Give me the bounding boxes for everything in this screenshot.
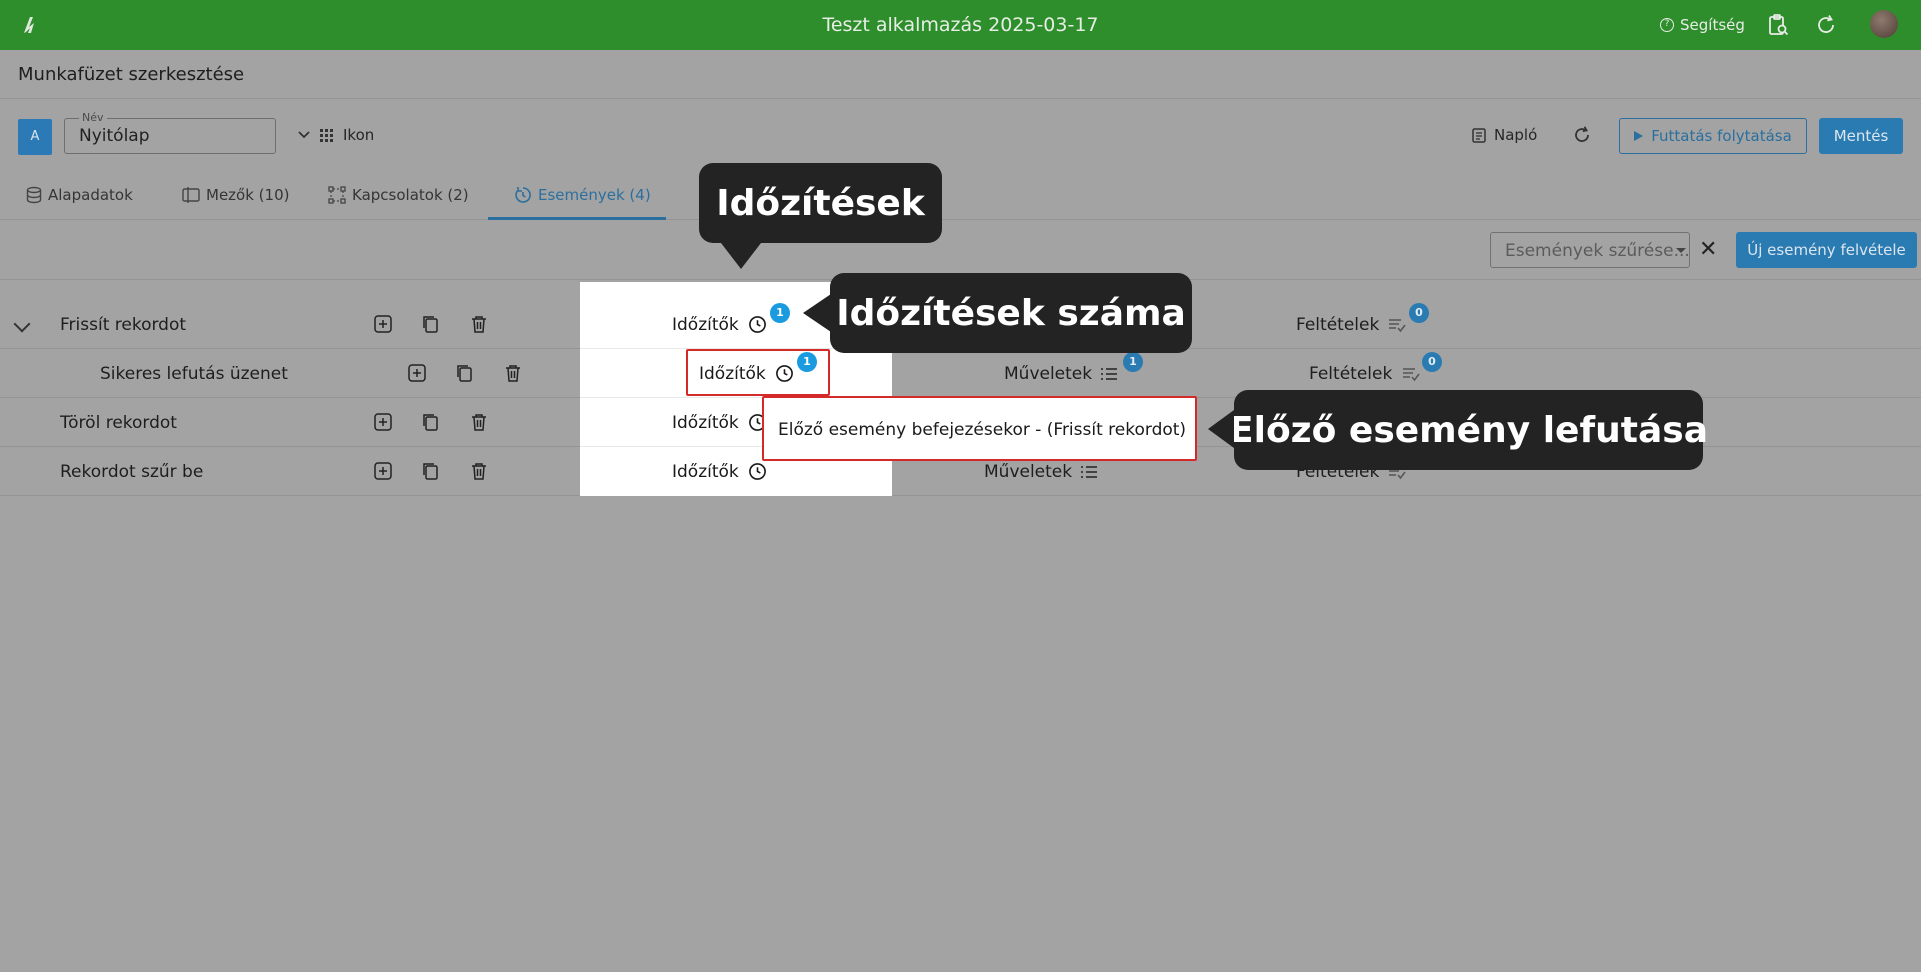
- icon-select[interactable]: Ikon: [298, 126, 374, 144]
- copy-icon[interactable]: [422, 413, 440, 431]
- log-label: Napló: [1494, 126, 1538, 144]
- top-bar: Teszt alkalmazás 2025-03-17 ? Segítség: [0, 0, 1921, 50]
- list-icon: [1081, 466, 1097, 478]
- clear-filter-icon[interactable]: ✕: [1699, 239, 1717, 261]
- add-icon[interactable]: [408, 364, 426, 382]
- delete-icon[interactable]: [470, 462, 488, 480]
- add-icon[interactable]: [374, 413, 392, 431]
- tab-label: Mezők (10): [206, 186, 290, 204]
- refresh-icon[interactable]: [1572, 125, 1592, 145]
- timers-label[interactable]: Időzítők: [672, 462, 739, 482]
- relation-icon: [328, 186, 346, 204]
- actions-count-badge: 1: [1123, 352, 1143, 372]
- callout-timers-count-arrow: [803, 294, 831, 332]
- app-title: Teszt alkalmazás 2025-03-17: [822, 14, 1099, 36]
- callout-previous-event-arrow: [1208, 410, 1234, 448]
- add-icon[interactable]: [374, 315, 392, 333]
- filter-dropdown-icon[interactable]: [1676, 248, 1686, 253]
- tab-relations[interactable]: Kapcsolatok (2): [328, 186, 469, 204]
- event-name: Rekordot szűr be: [60, 462, 204, 482]
- clock-icon[interactable]: [748, 462, 767, 481]
- event-filter-input[interactable]: Események szűrése...: [1490, 232, 1690, 268]
- tab-events[interactable]: Események (4): [514, 186, 651, 204]
- filter-list-icon: [1403, 368, 1420, 382]
- clipboard-search-icon[interactable]: [1766, 13, 1790, 37]
- copy-icon[interactable]: [456, 364, 474, 382]
- copy-icon[interactable]: [422, 315, 440, 333]
- help-button[interactable]: ? Segítség: [1660, 16, 1745, 34]
- conditions-label[interactable]: Feltételek: [1309, 364, 1392, 384]
- page-title: Munkafüzet szerkesztése: [18, 64, 245, 85]
- chevron-down-icon: [298, 131, 310, 139]
- grid-icon: [320, 128, 333, 142]
- log-button[interactable]: Napló: [1472, 126, 1537, 144]
- tab-basic-data[interactable]: Alapadatok: [26, 186, 133, 204]
- event-name: Sikeres lefutás üzenet: [100, 364, 288, 384]
- continue-run-label: Futtatás folytatása: [1651, 127, 1792, 145]
- conditions-count-badge: 0: [1409, 303, 1429, 323]
- tab-fields[interactable]: Mezők (10): [182, 186, 289, 204]
- page-header: Munkafüzet szerkesztése: [0, 50, 1921, 99]
- reload-icon[interactable]: [1814, 13, 1838, 37]
- save-button[interactable]: Mentés: [1819, 118, 1903, 154]
- conditions-label[interactable]: Feltételek: [1296, 315, 1379, 335]
- tab-label: Események (4): [538, 186, 651, 204]
- tab-label: Alapadatok: [48, 186, 133, 204]
- icon-select-label: Ikon: [343, 126, 375, 144]
- continue-run-button[interactable]: Futtatás folytatása: [1619, 118, 1807, 154]
- actions-label[interactable]: Műveletek: [984, 462, 1072, 482]
- filter-list-icon: [1389, 319, 1406, 333]
- help-label: Segítség: [1680, 16, 1745, 34]
- event-icon: [515, 187, 531, 203]
- name-field-label: Név: [79, 111, 107, 124]
- event-name: Töröl rekordot: [60, 413, 177, 433]
- delete-icon[interactable]: [470, 315, 488, 333]
- name-field[interactable]: Név Nyitólap: [64, 111, 276, 154]
- timer-tooltip: Előző esemény befejezésekor - (Frissít r…: [762, 396, 1197, 461]
- timers-count-badge: 1: [770, 303, 790, 323]
- timers-highlight: [686, 349, 830, 396]
- add-icon[interactable]: [374, 462, 392, 480]
- delete-icon[interactable]: [504, 364, 522, 382]
- callout-timers-arrow: [721, 243, 761, 269]
- help-icon: ?: [1660, 18, 1674, 32]
- event-filter-bar: Események szűrése... ✕ Új esemény felvét…: [0, 220, 1921, 280]
- callout-previous-event: Előző esemény lefutása: [1229, 390, 1708, 470]
- name-field-value: Nyitólap: [79, 126, 150, 146]
- event-name: Frissít rekordot: [60, 315, 187, 335]
- tab-bar: Alapadatok Mezők (10) Kapcsolatok (2) Es…: [0, 172, 1921, 220]
- user-avatar[interactable]: [1870, 10, 1898, 38]
- clock-icon[interactable]: [748, 315, 767, 334]
- delete-icon[interactable]: [470, 413, 488, 431]
- timer-tooltip-text: Előző esemény befejezésekor - (Frissít r…: [778, 420, 1187, 440]
- timers-label[interactable]: Időzítők: [672, 413, 739, 433]
- log-icon: [1472, 128, 1486, 143]
- actions-label[interactable]: Műveletek: [1004, 364, 1092, 384]
- workbook-badge[interactable]: A: [18, 119, 52, 155]
- new-event-button[interactable]: Új esemény felvétele: [1736, 232, 1917, 268]
- conditions-count-badge: 0: [1422, 352, 1442, 372]
- database-icon: [26, 186, 42, 204]
- play-icon: [1634, 131, 1644, 141]
- callout-timers: Időzítések: [699, 163, 942, 243]
- timers-label[interactable]: Időzítők: [672, 315, 739, 335]
- list-icon: [1101, 368, 1117, 380]
- callout-timers-count: Időzítések száma: [830, 273, 1192, 353]
- workbook-form: A Név Nyitólap Ikon Napló Futtatás folyt…: [0, 100, 1921, 170]
- field-icon: [182, 187, 200, 203]
- chevron-down-icon[interactable]: [13, 315, 31, 333]
- tab-label: Kapcsolatok (2): [352, 186, 469, 204]
- copy-icon[interactable]: [422, 462, 440, 480]
